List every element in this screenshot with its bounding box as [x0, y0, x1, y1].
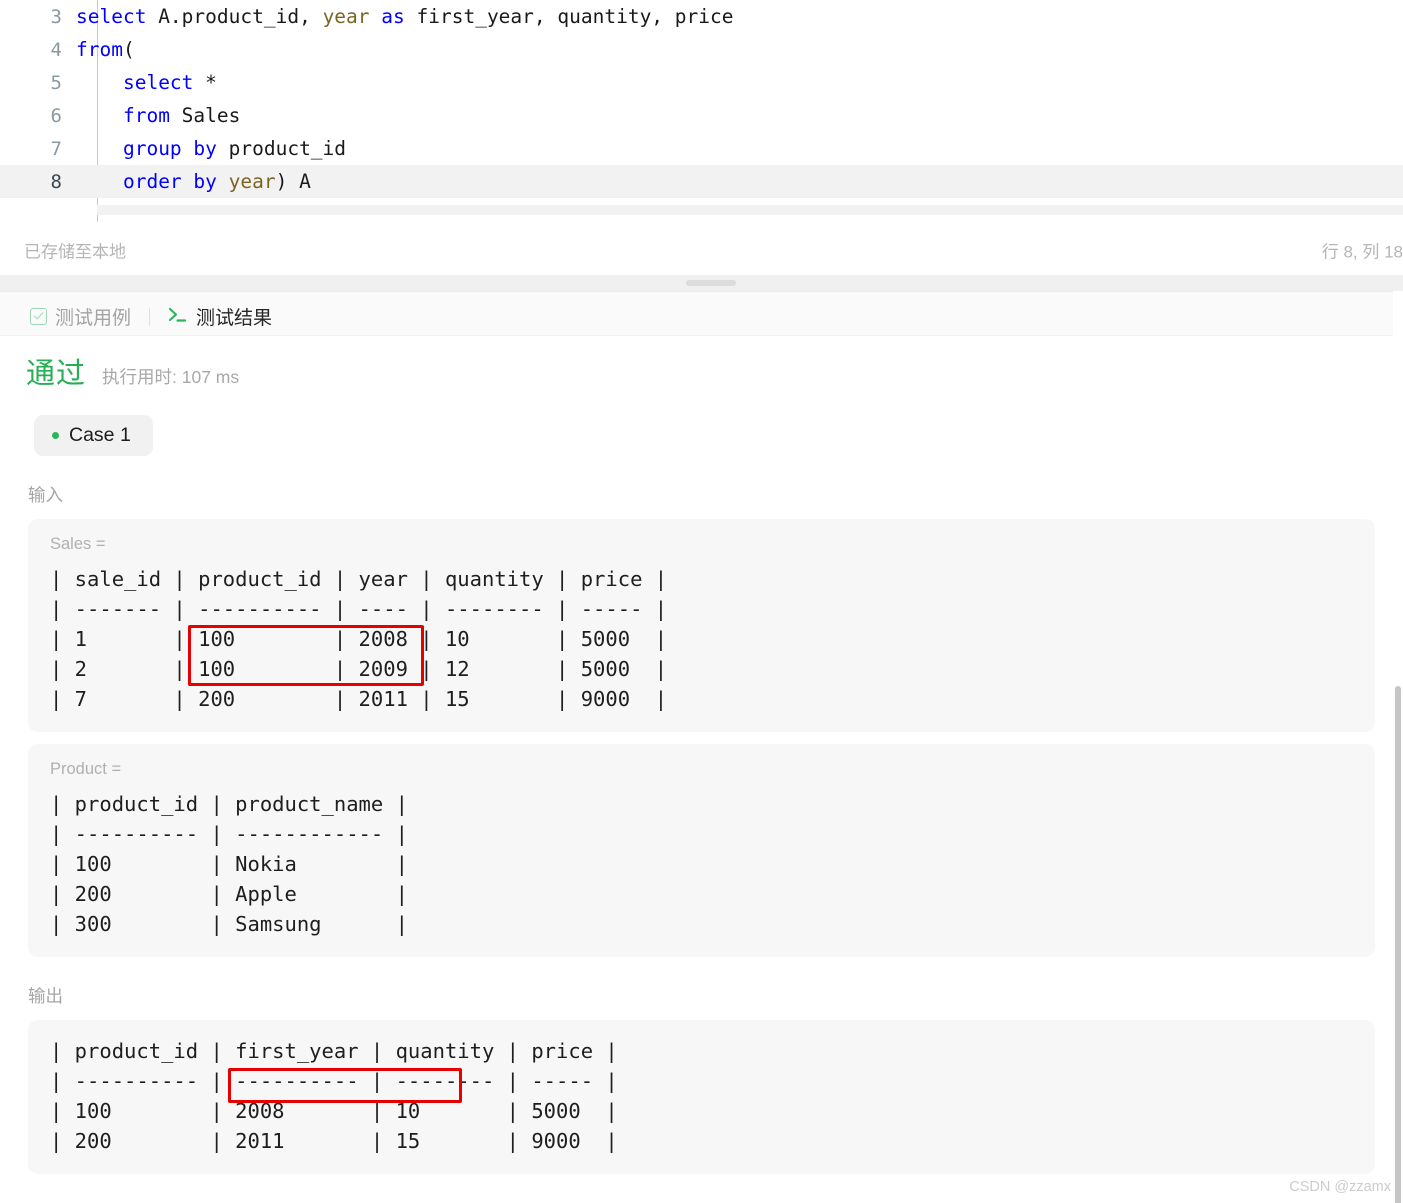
line-number: 6 [50, 105, 62, 127]
data-table-box: Sales = | sale_id | product_id | year | q… [28, 519, 1375, 732]
code-text: from Sales [76, 99, 240, 132]
cursor-position-label: 行 8, 列 18 [1321, 242, 1403, 261]
code-token: from [76, 38, 123, 61]
code-token: first_year, quantity, price [404, 5, 734, 28]
input-tables-container: Sales = | sale_id | product_id | year | q… [0, 519, 1403, 957]
panel-splitter[interactable] [0, 275, 1403, 291]
runtime-label: 执行用时: 107 ms [102, 367, 240, 387]
code-token: year [322, 5, 370, 28]
code-token: year [228, 170, 276, 193]
table-title: Sales = [50, 535, 106, 553]
tab-test-results-label: 测试结果 [196, 308, 273, 329]
results-panel: 测试用例 测试结果 通过 执行用时: 107 ms Case 1 输入 Sale… [0, 291, 1403, 1203]
table-rows: | product_id | first_year | quantity | p… [50, 1039, 618, 1153]
page-root: 3 select A.product_id, year as first_year… [0, 0, 1403, 1203]
active-line-extension [97, 205, 1403, 215]
tab-test-cases-label: 测试用例 [55, 308, 132, 329]
table-title: Product = [50, 760, 122, 778]
code-token: order by [122, 170, 217, 193]
code-token: Sales [169, 104, 241, 127]
case-status-dot [52, 432, 59, 439]
code-token: as [381, 5, 405, 28]
tab-divider [149, 307, 151, 326]
verdict-label: 通过 [26, 358, 87, 390]
code-line[interactable]: 8 order by year) A [0, 165, 1403, 198]
code-token: ) A [275, 170, 311, 193]
code-token: select [76, 5, 147, 28]
tab-test-cases[interactable]: 测试用例 [26, 303, 135, 330]
results-tabbar[interactable]: 测试用例 测试结果 [0, 292, 1403, 336]
code-token: ( [122, 38, 135, 61]
code-text: order by year) A [76, 165, 311, 198]
line-number: 3 [50, 6, 62, 28]
case-tab-label: Case 1 [69, 424, 131, 446]
results-scrollbar-track[interactable] [1393, 291, 1403, 1203]
output-section-label: 输出 [28, 986, 63, 1006]
line-number: 8 [50, 171, 62, 193]
code-token: select [122, 71, 194, 94]
watermark: CSDN @zzamx [1289, 1179, 1391, 1195]
code-line[interactable]: 3 select A.product_id, year as first_year… [0, 0, 1403, 33]
code-line[interactable]: 6 from Sales [0, 99, 1403, 132]
line-number: 5 [50, 72, 62, 94]
code-token: * [193, 71, 217, 94]
terminal-prompt-icon [168, 306, 188, 328]
code-token: group by [122, 137, 217, 160]
data-table-box: Product = | product_id | product_name | |… [28, 744, 1375, 957]
results-scrollbar-thumb[interactable] [1395, 686, 1401, 1203]
code-token: A.product_id, [146, 5, 323, 28]
checkbox-icon [30, 308, 47, 325]
code-token: from [122, 104, 170, 127]
code-line[interactable]: 5 select * [0, 66, 1403, 99]
table-rows: | product_id | product_name | | --------… [50, 792, 408, 936]
save-state-label: 已存储至本地 [24, 242, 126, 261]
code-line[interactable]: 4 from( [0, 33, 1403, 66]
code-text: from( [76, 33, 135, 66]
code-lines-container[interactable]: 3 select A.product_id, year as first_year… [0, 0, 1403, 198]
data-table-box: | product_id | first_year | quantity | p… [28, 1020, 1375, 1174]
code-text: select * [76, 66, 217, 99]
code-text: group by product_id [76, 132, 346, 165]
code-editor[interactable]: 3 select A.product_id, year as first_year… [0, 0, 1403, 222]
tab-test-results[interactable]: 测试结果 [164, 303, 276, 330]
line-number: 4 [50, 39, 62, 61]
verdict-row: 通过 执行用时: 107 ms [0, 336, 1403, 392]
input-section-label: 输入 [28, 485, 63, 505]
case-tab-case-1[interactable]: Case 1 [34, 415, 153, 456]
output-tables-container: | product_id | first_year | quantity | p… [0, 1020, 1403, 1174]
code-text: select A.product_id, year as first_year,… [76, 0, 734, 33]
code-line[interactable]: 7 group by product_id [0, 132, 1403, 165]
editor-status-bar: 已存储至本地 行 8, 列 18 [0, 222, 1403, 278]
code-token: product_id [216, 137, 347, 160]
table-rows: | sale_id | product_id | year | quantity… [50, 567, 668, 711]
line-number: 7 [50, 138, 62, 160]
splitter-drag-handle[interactable] [686, 280, 736, 286]
